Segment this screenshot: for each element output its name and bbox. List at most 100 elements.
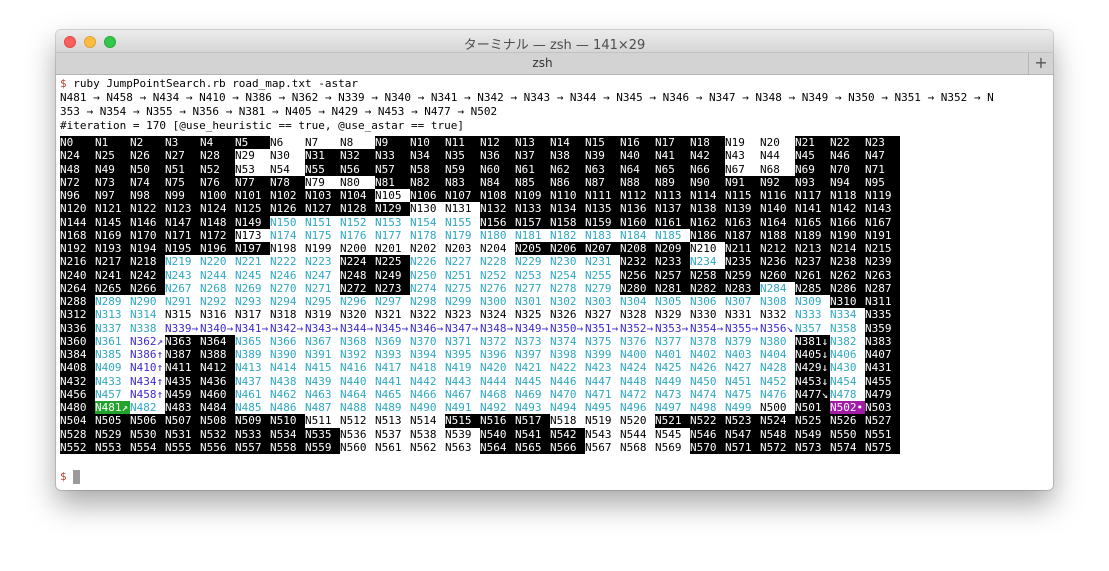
- grid-cell: N495: [585, 401, 620, 415]
- grid-cell: N211: [725, 242, 760, 256]
- grid-cell: N340→: [200, 321, 235, 335]
- grid-cell: N232: [620, 255, 655, 269]
- grid-cell: N403: [725, 348, 760, 362]
- grid-cell: N427: [725, 361, 760, 375]
- grid-cell: N354→: [690, 321, 725, 335]
- grid-cell: N128: [340, 202, 375, 216]
- grid-cell: N566: [550, 440, 585, 454]
- grid-cell: N379: [725, 334, 760, 348]
- grid-cell: N296: [340, 295, 375, 309]
- grid-cell: N98: [130, 189, 165, 203]
- grid-cell: N63: [585, 162, 620, 176]
- grid-cell: N397: [515, 348, 550, 362]
- grid-cell: N373: [515, 334, 550, 348]
- grid-cell: N458↑: [130, 387, 165, 401]
- grid-cell: N295: [305, 295, 340, 309]
- grid-cell: N199: [305, 242, 340, 256]
- grid-cell: N431: [865, 361, 900, 375]
- grid-cell: N23: [865, 136, 900, 150]
- grid-cell: N522: [690, 414, 725, 428]
- grid-cell: N378: [690, 334, 725, 348]
- grid-cell: N100: [200, 189, 235, 203]
- grid-cell: N10: [410, 136, 445, 150]
- grid-cell: N333: [795, 308, 830, 322]
- grid-cell: N96: [60, 189, 95, 203]
- grid-cell: N311: [865, 295, 900, 309]
- grid-cell: N122: [130, 202, 165, 216]
- grid-cell: N399: [585, 348, 620, 362]
- grid-row: N504 N505 N506 N507 N508 N509 N510 N511 N512 N513…: [60, 414, 900, 428]
- grid-cell: N196: [200, 242, 235, 256]
- grid-cell: N421: [515, 361, 550, 375]
- grid-cell: N107: [445, 189, 480, 203]
- grid-cell: N322: [410, 308, 445, 322]
- grid-cell: N153: [375, 215, 410, 229]
- title-bar[interactable]: ターミナル — zsh — 141×29: [56, 30, 1053, 53]
- grid-cell: N236: [760, 255, 795, 269]
- grid-cell: N197: [235, 242, 270, 256]
- grid-cell: N511: [305, 414, 340, 428]
- grid-cell: N544: [620, 427, 655, 441]
- grid-cell: N342→: [270, 321, 305, 335]
- grid-cell: N503: [865, 401, 900, 415]
- grid-cell: N488: [340, 401, 375, 415]
- grid-cell: N306: [690, 295, 725, 309]
- grid-cell: N143: [865, 202, 900, 216]
- grid-cell: N25: [95, 149, 130, 163]
- grid-cell: N363: [165, 334, 200, 348]
- grid-cell: N432: [60, 374, 95, 388]
- grid-cell: N561: [375, 440, 410, 454]
- grid-cell: N351→: [585, 321, 620, 335]
- grid-cell: N158: [550, 215, 585, 229]
- terminal-content[interactable]: $ ruby JumpPointSearch.rb road_map.txt -…: [56, 75, 1053, 490]
- grid-cell: N227: [445, 255, 480, 269]
- new-tab-button[interactable]: +: [1028, 53, 1053, 75]
- grid-cell: N12: [480, 136, 515, 150]
- grid-cell: N332: [760, 308, 795, 322]
- grid-cell: N547: [725, 427, 760, 441]
- grid-cell: N112: [620, 189, 655, 203]
- grid-cell: N490: [410, 401, 445, 415]
- grid-cell: N304: [620, 295, 655, 309]
- grid-row: N528 N529 N530 N531 N532 N533 N534 N535 N536 N537…: [60, 427, 900, 441]
- grid-cell: N97: [95, 189, 130, 203]
- grid-cell: N493: [515, 401, 550, 415]
- tab-zsh[interactable]: zsh: [56, 56, 1029, 70]
- grid-cell: N37: [515, 149, 550, 163]
- path-output-line-2: 353 → N354 → N355 → N356 → N381 → N405 →…: [60, 105, 498, 118]
- grid-cell: N29: [235, 149, 270, 163]
- grid-cell: N317: [235, 308, 270, 322]
- grid-cell: N6: [270, 136, 305, 150]
- grid-cell: N365: [235, 334, 270, 348]
- grid-cell: N2: [130, 136, 165, 150]
- grid-cell: N444: [480, 374, 515, 388]
- grid-cell: N349→: [515, 321, 550, 335]
- grid-cell: N256: [620, 268, 655, 282]
- grid-cell: N302: [550, 295, 585, 309]
- grid-cell: N121: [95, 202, 130, 216]
- grid-cell: N250: [410, 268, 445, 282]
- grid-cell: N316: [200, 308, 235, 322]
- grid-cell: N146: [130, 215, 165, 229]
- grid-cell: N47: [865, 149, 900, 163]
- grid-cell: N95: [865, 175, 900, 189]
- grid-cell: N238: [830, 255, 865, 269]
- grid-cell: N505: [95, 414, 130, 428]
- grid-cell: N459: [165, 387, 200, 401]
- grid-cell: N162: [690, 215, 725, 229]
- grid-cell: N442: [410, 374, 445, 388]
- grid-cell: N483: [165, 401, 200, 415]
- grid-cell: N57: [375, 162, 410, 176]
- grid-cell: N64: [620, 162, 655, 176]
- grid-cell: N449: [655, 374, 690, 388]
- grid-cell: N4: [200, 136, 235, 150]
- grid-cell: N556: [200, 440, 235, 454]
- grid-cell: N283: [725, 281, 760, 295]
- grid-cell: N469: [515, 387, 550, 401]
- grid-cell: N263: [865, 268, 900, 282]
- grid-cell: N86: [550, 175, 585, 189]
- grid-cell: N411: [165, 361, 200, 375]
- grid-cell: N285: [795, 281, 830, 295]
- grid-cell: N500: [760, 401, 795, 415]
- grid-cell: N56: [340, 162, 375, 176]
